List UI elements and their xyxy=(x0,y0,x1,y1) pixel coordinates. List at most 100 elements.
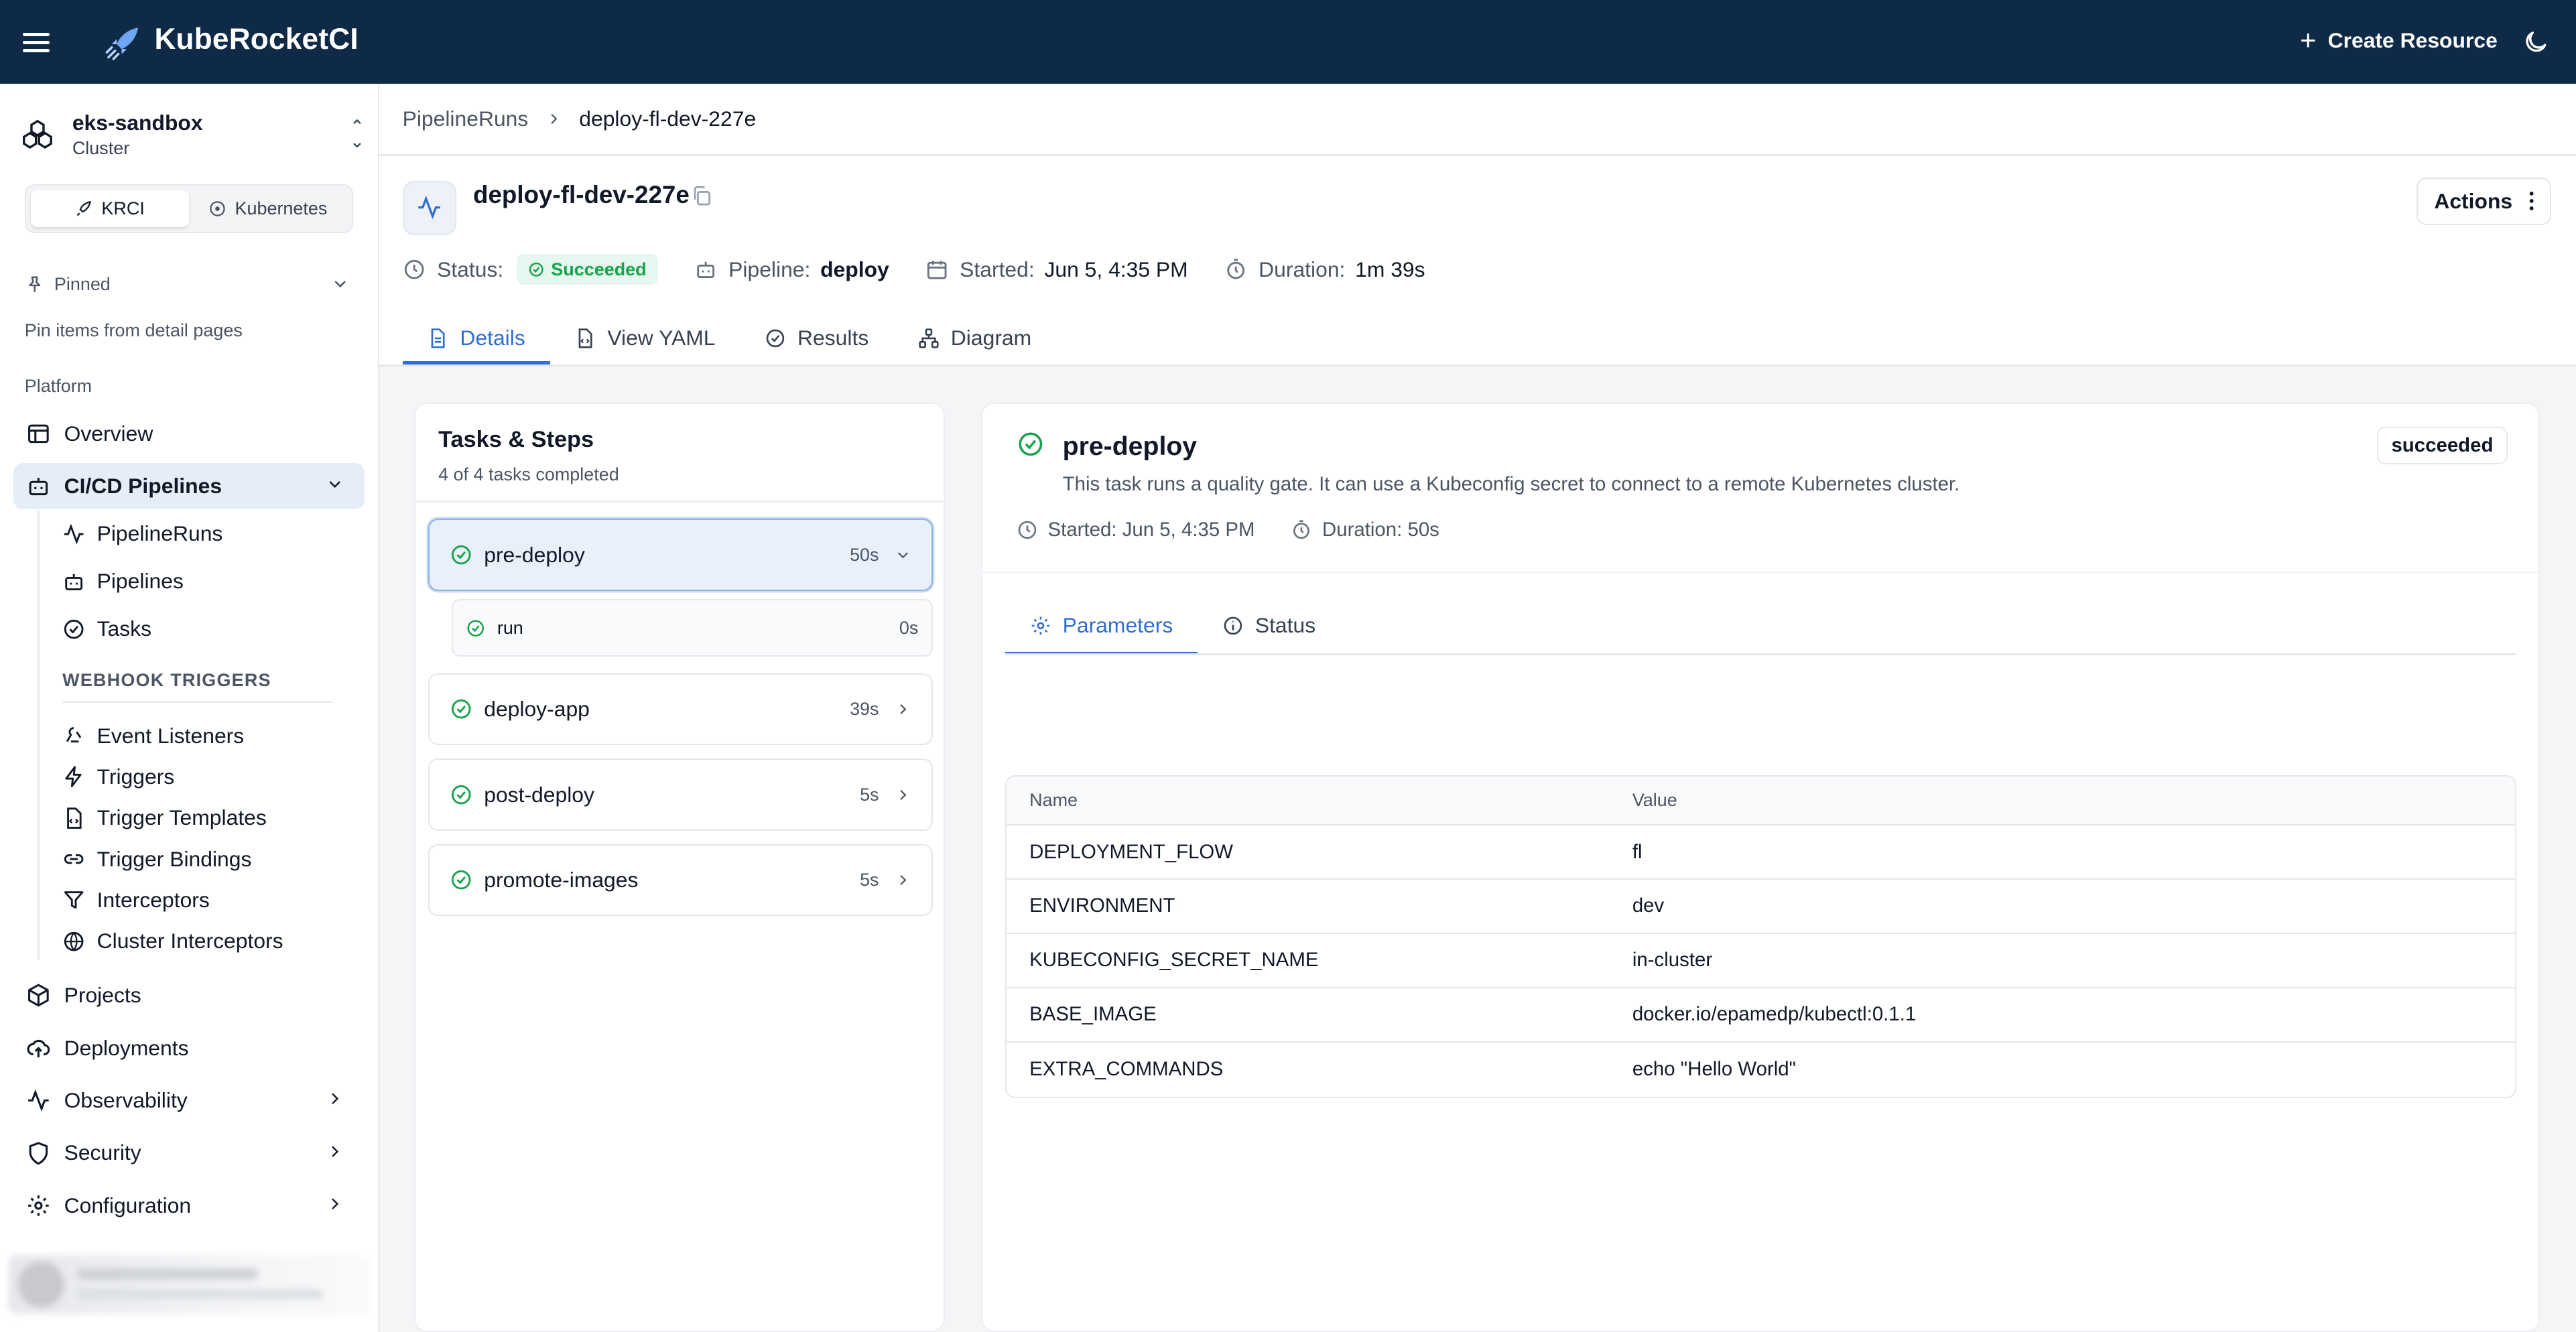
chevron-right-icon xyxy=(332,1146,339,1157)
column-value: Value xyxy=(1632,789,1677,810)
link-icon xyxy=(64,854,84,864)
check-circle-icon xyxy=(766,329,785,348)
task-item[interactable]: deploy-app 39s xyxy=(428,673,933,746)
bot-icon xyxy=(29,478,48,496)
tab-parameters-label: Parameters xyxy=(1062,613,1173,638)
task-detail-meta: Started: Jun 5, 4:35 PM Duration: 50s xyxy=(1017,519,1439,541)
task-item[interactable]: post-deploy 5s xyxy=(428,758,933,831)
breadcrumb-pipelineruns[interactable]: PipelineRuns xyxy=(403,107,529,131)
clock-icon xyxy=(404,259,424,279)
platform-label: Platform xyxy=(24,376,92,397)
chevron-down-icon xyxy=(329,481,341,488)
chevron-right-icon xyxy=(551,114,558,125)
duration-label: Duration: xyxy=(1259,257,1346,281)
main-content: PipelineRuns deploy-fl-dev-227e deploy-f… xyxy=(379,84,2576,1332)
avatar xyxy=(17,1261,64,1308)
tab-details[interactable]: Details xyxy=(402,314,550,365)
task-name: promote-images xyxy=(484,868,639,892)
nav-pipelines[interactable]: Pipelines xyxy=(50,561,345,601)
gear-icon xyxy=(28,1195,49,1216)
layout-icon xyxy=(28,424,49,443)
bot-icon xyxy=(65,574,83,590)
param-value: echo "Hello World" xyxy=(1632,1058,1797,1081)
mode-kubernetes[interactable]: Kubernetes xyxy=(189,190,347,227)
tab-diagram[interactable]: Diagram xyxy=(893,314,1056,363)
gear-icon xyxy=(1031,616,1049,635)
pinned-section-toggle[interactable]: Pinned xyxy=(25,274,353,295)
globe-icon xyxy=(64,931,84,951)
task-item[interactable]: pre-deploy 50s xyxy=(428,519,933,592)
page-tabs: Details View YAML Results Diagram xyxy=(402,314,1056,365)
nav-pipelines-label: Pipelines xyxy=(96,569,184,594)
chevron-down-icon xyxy=(334,281,346,288)
copy-icon[interactable] xyxy=(690,184,713,207)
nav-cluster-interceptors-label: Cluster Interceptors xyxy=(96,929,283,953)
table-row: DEPLOYMENT_FLOW fl xyxy=(1006,825,2516,880)
task-duration: 5s xyxy=(860,784,879,805)
nav-projects[interactable]: Projects xyxy=(13,972,365,1018)
moon-icon[interactable] xyxy=(2522,28,2550,56)
nav-overview[interactable]: Overview xyxy=(13,411,365,457)
nav-projects-label: Projects xyxy=(64,983,141,1008)
param-name: KUBECONFIG_SECRET_NAME xyxy=(1029,949,1319,972)
actions-button[interactable]: Actions xyxy=(2417,177,2552,225)
tab-details-label: Details xyxy=(460,326,525,350)
nav-security[interactable]: Security xyxy=(13,1130,365,1177)
task-detail-panel: pre-deploy This task runs a quality gate… xyxy=(980,402,2540,1332)
table-row: KUBECONFIG_SECRET_NAME in-cluster xyxy=(1006,934,2516,988)
tab-parameters[interactable]: Parameters xyxy=(1005,598,1198,655)
webhook-icon xyxy=(66,727,82,743)
nav-configuration[interactable]: Configuration xyxy=(13,1183,365,1229)
tab-results-label: Results xyxy=(797,326,869,350)
bot-icon xyxy=(696,261,714,278)
table-row: ENVIRONMENT dev xyxy=(1006,880,2516,934)
task-duration: 39s xyxy=(850,699,879,720)
nav-trigger-templates-label: Trigger Templates xyxy=(96,805,267,830)
pipeline-label: Pipeline: xyxy=(728,257,811,281)
chevron-right-icon xyxy=(899,789,907,800)
nav-pipelineruns[interactable]: PipelineRuns xyxy=(50,514,345,553)
nav-deployments[interactable]: Deployments xyxy=(13,1025,365,1071)
menu-icon[interactable] xyxy=(23,28,50,54)
cloud-upload-icon xyxy=(27,1039,50,1057)
chevron-up-down-icon: ⌃ ⌄ xyxy=(349,116,365,151)
tab-view-yaml[interactable]: View YAML xyxy=(550,314,740,363)
nav-tasks[interactable]: Tasks xyxy=(50,609,345,649)
nav-cicd-pipelines[interactable]: CI/CD Pipelines xyxy=(13,463,365,509)
status-value: Succeeded xyxy=(551,259,647,279)
mode-krci[interactable]: KRCI xyxy=(31,190,189,227)
breadcrumb: PipelineRuns deploy-fl-dev-227e xyxy=(403,107,757,131)
nav-observability[interactable]: Observability xyxy=(13,1077,365,1124)
pipeline-value[interactable]: deploy xyxy=(820,257,889,282)
status-label: Status: xyxy=(437,257,504,281)
tab-status[interactable]: Status xyxy=(1198,598,1340,653)
parameters-table: Name Value DEPLOYMENT_FLOW fl ENVIRONMEN… xyxy=(1005,775,2517,1098)
webhook-divider xyxy=(62,701,332,704)
tab-results[interactable]: Results xyxy=(740,314,893,363)
cluster-icon xyxy=(23,119,53,149)
create-resource-button[interactable]: + Create Resource xyxy=(2300,26,2498,54)
param-name: DEPLOYMENT_FLOW xyxy=(1029,840,1234,863)
activity-icon xyxy=(418,196,441,220)
nav-interceptors[interactable]: Interceptors xyxy=(50,880,345,920)
cluster-switcher[interactable]: eks-sandbox Cluster ⌃ ⌄ xyxy=(19,107,365,162)
nav-triggers[interactable]: Triggers xyxy=(50,757,345,797)
nav-triggers-label: Triggers xyxy=(96,764,175,789)
nav-trigger-bindings[interactable]: Trigger Bindings xyxy=(50,840,345,879)
nav-event-listeners[interactable]: Event Listeners xyxy=(50,716,345,756)
status-badge: Succeeded xyxy=(516,254,658,285)
task-name: post-deploy xyxy=(484,782,594,807)
check-circle-icon xyxy=(451,545,471,565)
nav-cluster-interceptors[interactable]: Cluster Interceptors xyxy=(50,921,345,961)
file-text-icon xyxy=(431,328,445,348)
submenu-guide-line xyxy=(38,511,40,959)
task-item[interactable]: promote-images 5s xyxy=(428,844,933,917)
step-item[interactable]: run 0s xyxy=(451,599,933,657)
tasks-subtitle: 4 of 4 tasks completed xyxy=(438,464,619,485)
nav-trigger-templates[interactable]: Trigger Templates xyxy=(50,798,345,838)
pinned-hint: Pin items from detail pages xyxy=(24,320,243,341)
user-profile-blurred[interactable] xyxy=(8,1254,370,1315)
webhook-triggers-label: WEBHOOK TRIGGERS xyxy=(62,670,271,691)
mode-kubernetes-label: Kubernetes xyxy=(235,198,328,218)
task-name: pre-deploy xyxy=(484,542,585,567)
